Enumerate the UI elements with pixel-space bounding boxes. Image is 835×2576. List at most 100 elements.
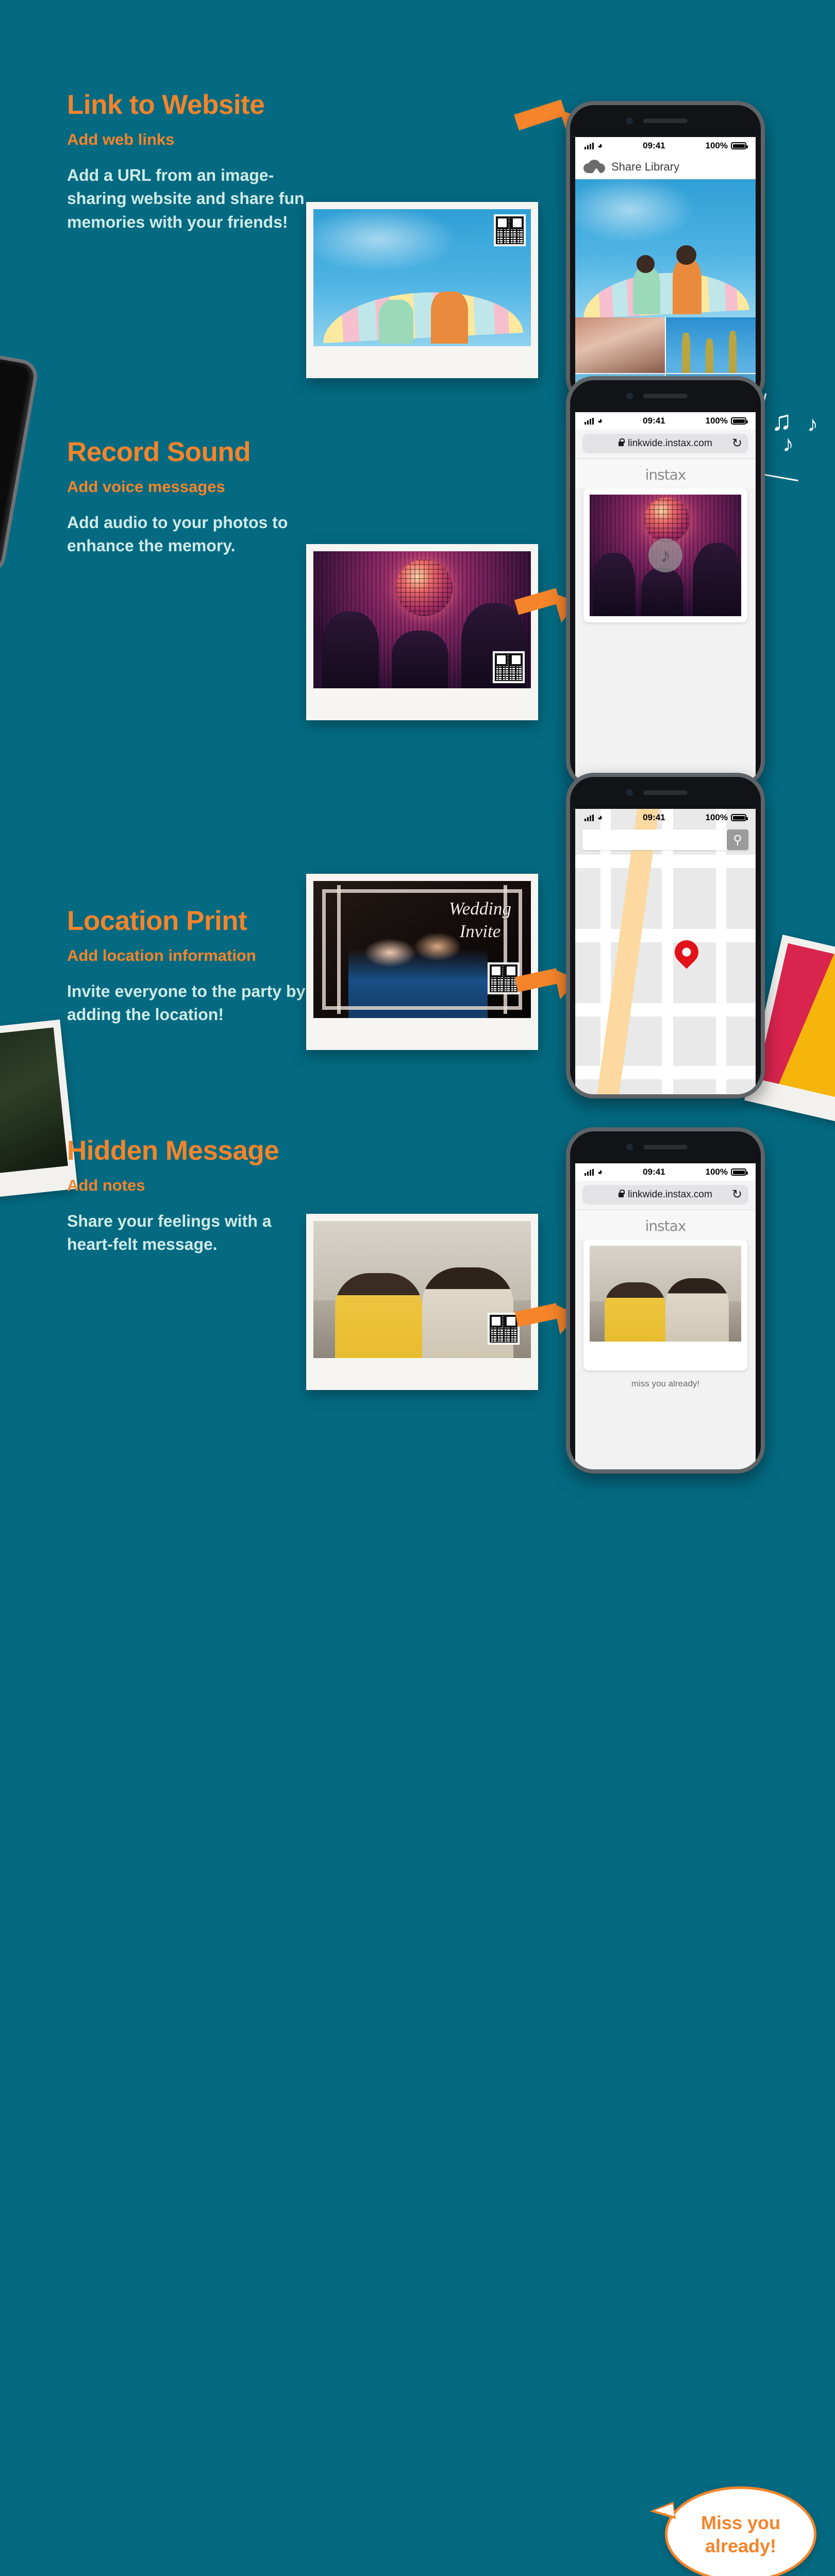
section-location-print: Location Print Add location information … <box>0 752 835 1113</box>
music-note-icon: ♫ <box>771 405 792 436</box>
section-hidden-message: Hidden Message Add notes Share your feel… <box>0 1113 835 2576</box>
section-title: Location Print <box>67 906 247 936</box>
map-search-bar[interactable]: ⚲ <box>582 829 748 850</box>
phone-screen: ◕ 09:41 100% ⚲ <box>575 809 756 1094</box>
person-graphic <box>322 612 379 688</box>
front-camera-icon <box>626 1144 633 1150</box>
battery-percent: 100% <box>705 812 728 822</box>
web-page-body: instax ♪ <box>575 459 756 784</box>
person-graphic <box>335 1273 422 1358</box>
wifi-icon: ◕ <box>597 416 603 426</box>
map-view[interactable] <box>575 809 756 1094</box>
phone-screen: ◕ 09:41 100% linkwide.instax.com ↻ insta… <box>575 1163 756 1469</box>
status-time: 09:41 <box>643 141 665 150</box>
browser-url-bar[interactable]: linkwide.instax.com ↻ <box>575 1181 756 1210</box>
section-subtitle: Add voice messages <box>67 477 225 496</box>
feed-hero-photo[interactable] <box>575 179 756 319</box>
section-link-to-website: Link to Website Add web links Add a URL … <box>0 0 835 406</box>
qr-code[interactable] <box>494 214 526 246</box>
person-shirt-green <box>378 299 414 344</box>
section-record-sound: Record Sound Add voice messages Add audi… <box>0 376 835 788</box>
copy-block-location-print: Location Print Add location information … <box>67 907 314 1027</box>
audio-play-button[interactable]: ♪ <box>648 538 682 572</box>
status-bar: ◕ 09:41 100% <box>575 412 756 430</box>
section-title: Hidden Message <box>67 1136 279 1166</box>
copy-block-hidden-message: Hidden Message Add notes Share your feel… <box>67 1137 314 1257</box>
battery-icon <box>731 142 748 149</box>
battery-icon <box>731 814 748 821</box>
feed-thumb[interactable] <box>575 317 665 373</box>
battery-icon <box>731 1168 748 1176</box>
url-text: linkwide.instax.com <box>628 1189 712 1200</box>
media-card <box>583 1240 747 1370</box>
section-subtitle: Add web links <box>67 130 175 148</box>
battery-percent: 100% <box>705 1167 728 1177</box>
wifi-icon: ◕ <box>597 1167 603 1177</box>
feed-thumb[interactable] <box>666 317 756 373</box>
music-note-icon: ♪ <box>660 544 671 567</box>
hidden-note-text: miss you already! <box>631 1379 700 1388</box>
search-icon[interactable]: ⚲ <box>727 829 748 850</box>
phone-mockup-map: ◕ 09:41 100% ⚲ <box>566 773 765 1098</box>
earpiece-speaker <box>643 118 688 123</box>
instax-wordmark: instax <box>575 1210 756 1240</box>
polaroid-print-wedding: Wedding Invite <box>306 874 538 1050</box>
battery-icon <box>731 417 748 425</box>
copy-block-link-to-website: Link to Website Add web links Add a URL … <box>67 91 314 234</box>
wifi-icon: ◕ <box>597 141 603 150</box>
battery-percent: 100% <box>705 416 728 426</box>
browser-url-bar[interactable]: linkwide.instax.com ↻ <box>575 430 756 459</box>
phone-screen: ◕ 09:41 100% Share Library <box>575 137 756 402</box>
section-body: Invite everyone to the party by adding t… <box>67 981 306 1024</box>
music-notes-decoration: ♫ ♪ ♪ <box>754 393 835 482</box>
phone-screen: ◕ 09:41 100% linkwide.instax.com ↻ insta… <box>575 412 756 784</box>
polaroid-photo <box>313 1221 531 1358</box>
card-photo[interactable]: ♪ <box>590 495 741 616</box>
polaroid-print-surf <box>306 202 538 378</box>
section-title: Record Sound <box>67 437 251 467</box>
earpiece-speaker <box>643 790 688 795</box>
wedding-caption-line-1: Wedding <box>448 898 512 919</box>
speech-bubble: Miss you already! <box>648 2486 816 2576</box>
status-bar: ◕ 09:41 100% <box>575 137 756 155</box>
front-camera-icon <box>626 393 633 399</box>
wifi-icon: ◕ <box>597 812 603 822</box>
card-photo[interactable] <box>590 1246 741 1342</box>
copy-block-record-sound: Record Sound Add voice messages Add audi… <box>67 438 314 558</box>
signal-icon <box>584 142 594 149</box>
phone-mockup-note-page: ◕ 09:41 100% linkwide.instax.com ↻ insta… <box>566 1127 765 1473</box>
disco-ball-graphic <box>396 559 453 616</box>
front-camera-icon <box>626 117 633 124</box>
section-subtitle: Add notes <box>67 1176 145 1194</box>
app-header: Share Library <box>575 155 756 179</box>
person-graphic <box>391 631 448 688</box>
status-bar: ◕ 09:41 100% <box>575 1163 756 1181</box>
lock-icon <box>619 1189 625 1197</box>
polaroid-print-friends <box>306 1214 538 1390</box>
lock-icon <box>619 438 625 446</box>
wedding-caption-line-2: Invite <box>459 921 501 941</box>
earpiece-speaker <box>643 1145 688 1149</box>
speech-bubble-tail <box>648 2501 676 2523</box>
reload-icon[interactable]: ↻ <box>732 437 742 450</box>
qr-code[interactable] <box>493 651 525 683</box>
web-page-body: instax miss you already! <box>575 1210 756 1469</box>
front-camera-icon <box>626 789 633 796</box>
app-header-title: Share Library <box>611 160 680 173</box>
phone-mockup-audio-page: ◕ 09:41 100% linkwide.instax.com ↻ insta… <box>566 376 765 788</box>
polaroid-print-karaoke <box>306 544 538 720</box>
cloud-upload-icon <box>583 159 605 174</box>
surfboard-graphic <box>321 287 524 344</box>
polaroid-photo: Wedding Invite <box>313 881 531 1018</box>
reload-icon[interactable]: ↻ <box>732 1189 742 1201</box>
qr-code[interactable] <box>488 1313 520 1345</box>
feed-row-1 <box>575 317 756 373</box>
instax-wordmark: instax <box>575 459 756 488</box>
url-text: linkwide.instax.com <box>628 438 712 449</box>
photo-feed <box>575 179 756 402</box>
music-note-icon: ♪ <box>807 412 818 436</box>
battery-percent: 100% <box>705 141 728 150</box>
section-body: Share your feelings with a heart-felt me… <box>67 1211 272 1254</box>
polaroid-photo <box>313 209 531 346</box>
section-title: Link to Website <box>67 90 265 120</box>
